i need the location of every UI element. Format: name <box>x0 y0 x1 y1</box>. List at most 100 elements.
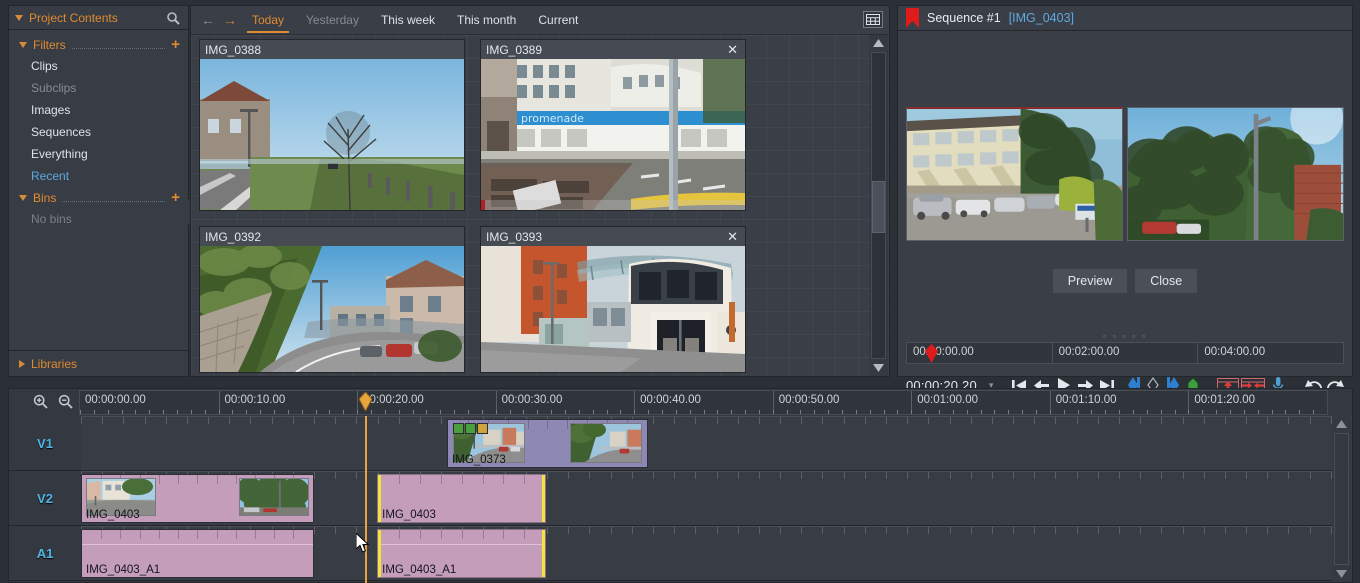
clip-tick <box>178 475 179 484</box>
preview-image-right[interactable] <box>1127 107 1344 241</box>
thumbnail-card[interactable]: IMG_0388 <box>199 39 465 211</box>
timeline-vertical-scrollbar[interactable] <box>1332 416 1351 582</box>
track-header[interactable]: A1 <box>9 526 81 580</box>
clip-tick <box>420 475 421 484</box>
sidebar-item-subclips[interactable]: Subclips <box>9 77 188 99</box>
ruler-tick <box>704 410 705 414</box>
lane-tick <box>611 472 612 479</box>
clip-tick <box>140 530 141 539</box>
sidebar-header[interactable]: Project Contents <box>9 6 188 30</box>
thumbnail-card[interactable]: IMG_0393 ✕ <box>480 226 746 373</box>
clip-ticks <box>378 475 545 486</box>
lane-tick <box>822 417 823 424</box>
sidebar-item-clips[interactable]: Clips <box>9 55 188 77</box>
lane-tick <box>314 472 315 479</box>
close-button[interactable]: Close <box>1135 269 1197 293</box>
scrollbar-track[interactable] <box>871 52 886 359</box>
lane-tick <box>356 417 357 424</box>
scroll-down-icon[interactable] <box>869 360 888 376</box>
lane-tick <box>399 417 400 424</box>
track-lane[interactable]: IMG_0373 <box>81 416 1352 470</box>
add-bin-button[interactable]: + <box>171 193 180 203</box>
preview-button[interactable]: Preview <box>1053 269 1127 293</box>
clip-tick <box>101 530 102 539</box>
lane-tick <box>1310 527 1311 534</box>
lane-tick <box>1119 472 1120 479</box>
sidebar-item-everything[interactable]: Everything <box>9 143 188 165</box>
timeline-clip[interactable]: IMG_0373 <box>447 419 648 468</box>
viewer-playhead-marker[interactable] <box>925 344 938 363</box>
lane-tick <box>1077 417 1078 424</box>
sidebar-item-images[interactable]: Images <box>9 99 188 121</box>
ruler-tick <box>967 410 968 414</box>
ruler-tick <box>745 410 746 414</box>
sidebar-group-bins[interactable]: Bins + <box>9 187 188 208</box>
timeline-clip-selected[interactable]: IMG_0403 <box>377 474 546 523</box>
panel-resize-grip[interactable]: ▫ ▫ ▫ ▫ ▫ <box>898 331 1352 341</box>
track-lane[interactable]: IMG_0403_A1 IMG_0403_A1 <box>81 526 1352 580</box>
playhead-handle[interactable] <box>359 392 372 411</box>
viewer-timecode-ruler[interactable]: 00:00:00.00 00:02:00.00 00:04:00.00 <box>906 342 1344 364</box>
thumbnail-image[interactable]: promenade <box>481 59 745 210</box>
lane-tick <box>1013 472 1014 479</box>
thumbnail-image[interactable] <box>200 246 464 372</box>
thumbnail-card[interactable]: IMG_0389 ✕ <box>480 39 746 211</box>
scrollbar-track[interactable] <box>1334 433 1349 565</box>
timeline-clip[interactable]: IMG_0403_A1 <box>81 529 314 578</box>
timeline-ruler[interactable]: 00:00:00.00 00:00:10.00 00:00:20.00 00:0… <box>79 390 1328 415</box>
lane-tick <box>1098 417 1099 424</box>
lane-tick <box>1288 472 1289 479</box>
nav-back-icon[interactable]: ← <box>197 12 219 28</box>
ruler-tick <box>537 410 538 414</box>
lane-tick <box>356 472 357 479</box>
clip-ticks <box>82 530 313 541</box>
zoom-out-icon[interactable] <box>58 394 73 412</box>
chevron-down-icon[interactable] <box>19 195 27 201</box>
scrollbar-thumb[interactable] <box>872 181 885 233</box>
tab-today[interactable]: Today <box>241 6 295 34</box>
tab-this-month[interactable]: This month <box>446 6 527 34</box>
top-region: Project Contents Filters + Clips Subclip… <box>0 0 1360 381</box>
track-lane[interactable]: IMG_0403 IMG_0403 <box>81 471 1352 525</box>
thumbnail-image[interactable] <box>481 246 745 372</box>
search-icon[interactable] <box>166 11 180 25</box>
thumbnail-label: IMG_0388 <box>205 43 459 57</box>
track-header[interactable]: V2 <box>9 471 81 525</box>
scroll-down-icon[interactable] <box>1332 566 1351 582</box>
thumbnail-header: IMG_0388 <box>200 40 464 59</box>
sidebar-libraries-section[interactable]: Libraries <box>9 350 188 376</box>
sidebar-group-filters[interactable]: Filters + <box>9 34 188 55</box>
tab-this-week[interactable]: This week <box>370 6 446 34</box>
scroll-up-icon[interactable] <box>869 35 888 51</box>
ruler-tick <box>413 410 414 414</box>
sidebar-item-recent[interactable]: Recent <box>9 165 188 187</box>
preview-image-left[interactable] <box>906 107 1123 241</box>
timeline-playhead[interactable] <box>365 416 367 583</box>
lane-tick <box>759 472 760 479</box>
scroll-up-icon[interactable] <box>1332 416 1351 432</box>
tab-yesterday[interactable]: Yesterday <box>295 6 370 34</box>
grid-view-icon[interactable] <box>863 11 883 28</box>
timeline-clip[interactable]: IMG_0403 <box>81 474 314 523</box>
thumbnail-scrubber[interactable] <box>481 200 745 210</box>
close-icon[interactable]: ✕ <box>725 44 740 56</box>
thumbnail-card[interactable]: IMG_0392 <box>199 226 465 373</box>
timeline-clip-selected[interactable]: IMG_0403_A1 <box>377 529 546 578</box>
browser-vertical-scrollbar[interactable] <box>869 35 888 376</box>
track-header[interactable]: V1 <box>9 416 81 470</box>
chevron-down-icon[interactable] <box>15 15 23 21</box>
nav-forward-icon[interactable]: → <box>219 12 241 28</box>
zoom-in-icon[interactable] <box>33 394 48 412</box>
ruler-tick <box>731 410 732 414</box>
chevron-right-icon[interactable] <box>19 360 25 368</box>
thumbnail-image[interactable] <box>200 59 464 210</box>
add-filter-button[interactable]: + <box>171 40 180 50</box>
thumbnail-header: IMG_0389 ✕ <box>481 40 745 59</box>
chevron-down-icon[interactable] <box>19 42 27 48</box>
lane-tick <box>1140 527 1141 534</box>
ruler-tick <box>925 410 926 414</box>
sidebar-item-sequences[interactable]: Sequences <box>9 121 188 143</box>
close-icon[interactable]: ✕ <box>725 231 740 243</box>
ruler-tick <box>246 410 247 414</box>
tab-current[interactable]: Current <box>527 6 589 34</box>
